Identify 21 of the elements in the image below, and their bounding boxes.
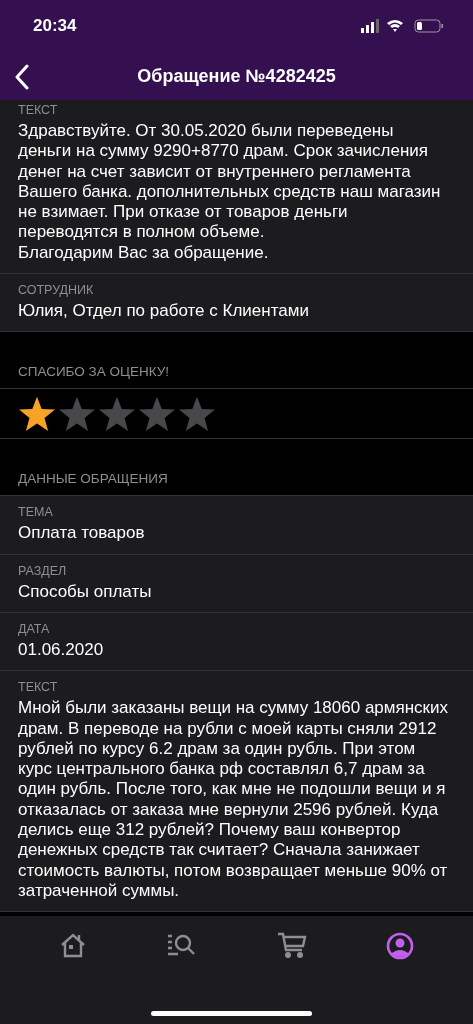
star-icon[interactable] [178,396,216,433]
field-value: Мной были заказаны вещи на сумму 18060 армянских драм. В переводе на рубли с моей карты сняли 2912 рублей по курсу 6.2 драм за один рубль. При этом курс центрального банка рф составлял 6,7 драм за один рубль. После того, как мне не подошли вещи и я отказалась от заказа мне вернули 2596 рублей. Куда делись еще 312 рублей? Почему ваш конвертор денежных средств так считает? Сначала занижает стоимость валюты, потом возвращает меньше 90% от затраченной суммы. [18,698,449,902]
star-icon[interactable] [58,396,96,433]
status-time: 20:34 [33,16,77,36]
field-label: РАЗДЕЛ [18,562,68,579]
field-label: ТЕМА [18,504,54,521]
field-label: ТЕКСТ [18,679,59,696]
field-label: ДАТА [18,620,51,637]
section-heading: СПАСИБО ЗА ОЦЕНКУ! [0,332,473,390]
star-icon[interactable] [138,396,176,433]
field-value: Оплата товаров [18,523,146,544]
star-icon[interactable] [98,396,136,433]
star-icon[interactable] [18,396,56,433]
field-value: 01.06.2020 [18,639,105,661]
field-label: СОТРУДНИК [18,282,95,299]
field-value: Здравствуйте. От 30.05.2020 были переведены деньги на сумму 9290+8770 драм. Срок зачисления денег на счет зависит от внутреннего регламента Вашего банка. дополнительных средств наш магазин не взимает. При отказе от товаров деньги переводятся в полном объеме. Благодарим Вас за обращение. [18,121,442,264]
screen-title: Обращение №4282425 [137,65,336,87]
field-value: Юлия, Отдел по работе с Клиентами [18,301,310,322]
field-value: Способы оплаты [18,581,153,602]
star-rating[interactable] [18,396,216,433]
field-label: ТЕКСТ [18,102,59,118]
